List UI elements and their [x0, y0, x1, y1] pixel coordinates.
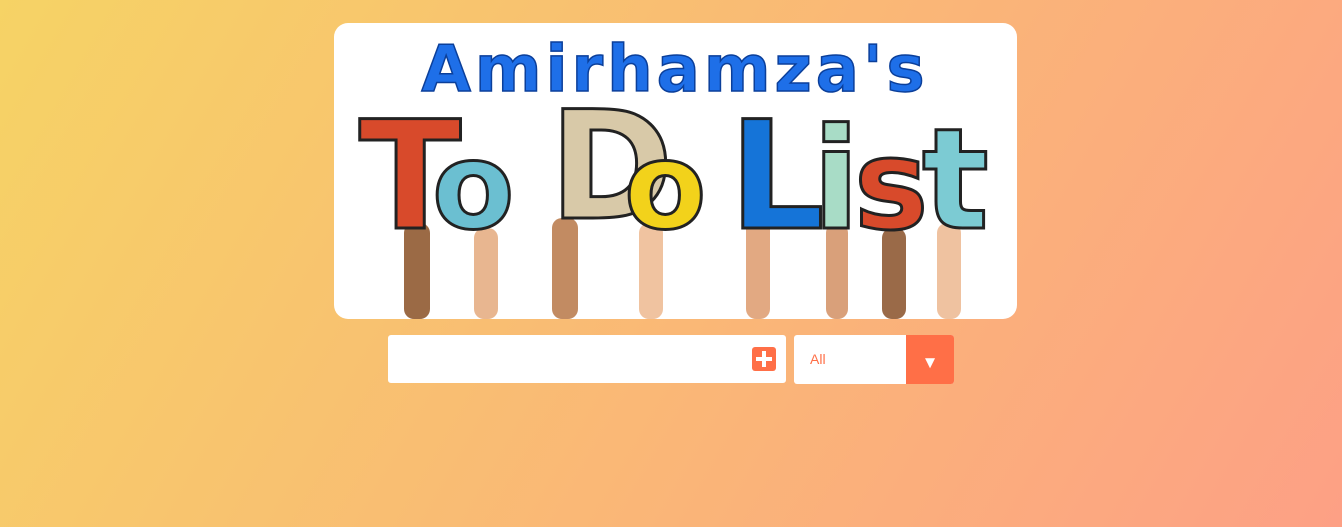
banner-letter-t2: t [922, 99, 989, 262]
filter-select[interactable]: All ▼ [794, 335, 954, 384]
todo-banner-image: Amirhamza's T o D o L i s t [334, 23, 1017, 319]
banner-illustration: Amirhamza's T o D o L i s t [358, 32, 990, 319]
todo-form: All ▼ [388, 335, 954, 384]
filter-selected-value: All [810, 351, 826, 367]
banner-letter-o1: o [432, 118, 514, 257]
banner-letter-s: s [854, 113, 928, 258]
banner-letter-o2: o [624, 118, 706, 257]
todo-input-container [388, 335, 786, 383]
add-todo-button[interactable] [752, 347, 776, 371]
banner-letter-i: i [812, 99, 860, 262]
banner-letter-l: L [729, 90, 825, 264]
banner-title: Amirhamza's [421, 33, 928, 107]
todo-input[interactable] [388, 335, 743, 383]
plus-icon-stroke [762, 351, 766, 367]
dropdown-arrow-icon[interactable]: ▼ [906, 335, 954, 384]
